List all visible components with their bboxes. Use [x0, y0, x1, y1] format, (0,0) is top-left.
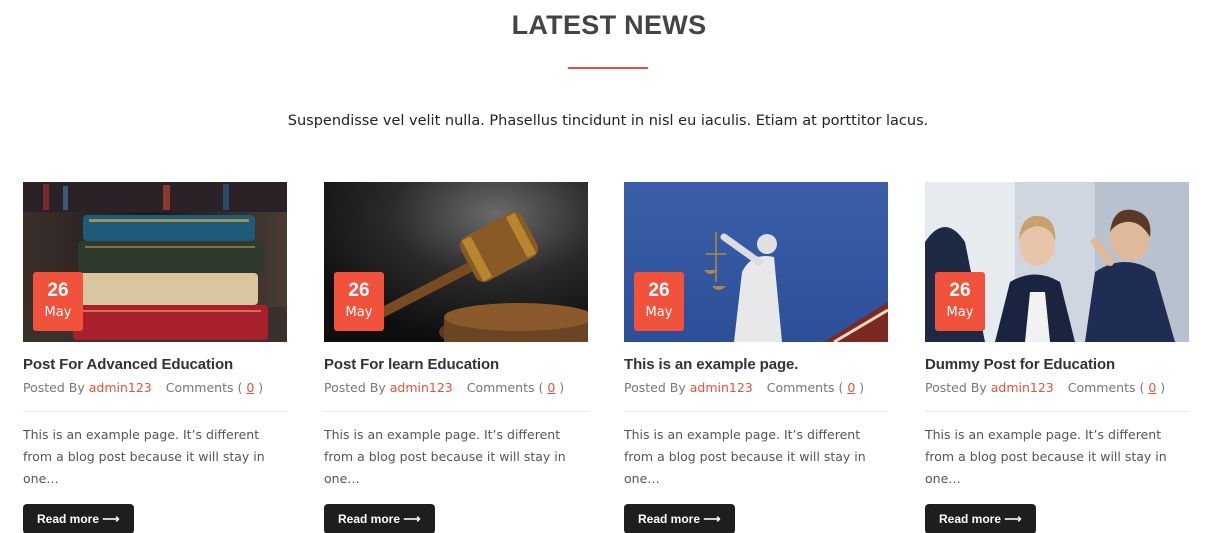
- date-month: May: [345, 305, 373, 320]
- comments-close: ): [1160, 380, 1166, 395]
- date-day: 26: [949, 280, 971, 301]
- date-badge: 26 May: [634, 272, 684, 331]
- date-badge: 26 May: [935, 272, 985, 331]
- card-divider: [23, 411, 287, 412]
- card-divider: [324, 411, 588, 412]
- books-image[interactable]: 26 May: [23, 182, 287, 342]
- comments-count-link[interactable]: 0: [246, 380, 254, 395]
- gavel-image[interactable]: 26 May: [324, 182, 588, 342]
- date-day: 26: [648, 280, 670, 301]
- comments-label: Comments (: [766, 380, 844, 395]
- comments-close: ): [859, 380, 865, 395]
- comments-label: Comments (: [165, 380, 243, 395]
- date-day: 26: [47, 280, 69, 301]
- post-excerpt: This is an example page. It’s different …: [324, 427, 566, 486]
- date-badge: 26 May: [334, 272, 384, 331]
- post-excerpt: This is an example page. It’s different …: [23, 427, 265, 486]
- comments-close: ): [258, 380, 264, 395]
- post-meta: Posted By admin123 Comments ( 0 ): [624, 380, 888, 395]
- section-title: LATEST NEWS: [511, 10, 707, 40]
- business-women-image[interactable]: 26 May: [925, 182, 1189, 342]
- read-more-button[interactable]: Read more ⟶: [624, 504, 735, 533]
- post-meta: Posted By admin123 Comments ( 0 ): [23, 380, 287, 395]
- posted-by-label: Posted By: [324, 380, 386, 395]
- read-more-button[interactable]: Read more ⟶: [23, 504, 134, 533]
- read-more-button[interactable]: Read more ⟶: [925, 504, 1036, 533]
- post-title-link[interactable]: Post For Advanced Education: [23, 356, 287, 373]
- post-meta: Posted By admin123 Comments ( 0 ): [925, 380, 1189, 395]
- card-divider: [925, 411, 1189, 412]
- comments-count-link[interactable]: 0: [547, 380, 555, 395]
- post-title-link[interactable]: This is an example page.: [624, 356, 888, 373]
- author-link[interactable]: admin123: [690, 380, 753, 395]
- post-excerpt: This is an example page. It’s different …: [624, 427, 866, 486]
- news-card: 26 May Post For Advanced Education Poste…: [23, 182, 287, 533]
- author-link[interactable]: admin123: [89, 380, 152, 395]
- comments-count-link[interactable]: 0: [1148, 380, 1156, 395]
- posted-by-label: Posted By: [925, 380, 987, 395]
- title-divider: [568, 67, 648, 69]
- comments-label: Comments (: [466, 380, 544, 395]
- post-meta: Posted By admin123 Comments ( 0 ): [324, 380, 588, 395]
- date-day: 26: [348, 280, 370, 301]
- date-month: May: [44, 305, 72, 320]
- comments-label: Comments (: [1067, 380, 1145, 395]
- posted-by-label: Posted By: [23, 380, 85, 395]
- date-month: May: [645, 305, 673, 320]
- news-card: 26 May Dummy Post for Education Posted B…: [925, 182, 1189, 533]
- comments-count-link[interactable]: 0: [847, 380, 855, 395]
- news-card: 26 May This is an example page. Posted B…: [624, 182, 888, 533]
- read-more-button[interactable]: Read more ⟶: [324, 504, 435, 533]
- post-excerpt: This is an example page. It’s different …: [925, 427, 1167, 486]
- news-card: 26 May Post For learn Education Posted B…: [324, 182, 588, 533]
- author-link[interactable]: admin123: [390, 380, 453, 395]
- comments-close: ): [559, 380, 565, 395]
- post-title-link[interactable]: Dummy Post for Education: [925, 356, 1189, 373]
- section-subtitle: Suspendisse vel velit nulla. Phasellus t…: [287, 113, 929, 129]
- justice-statue-image[interactable]: 26 May: [624, 182, 888, 342]
- post-title-link[interactable]: Post For learn Education: [324, 356, 588, 373]
- posted-by-label: Posted By: [624, 380, 686, 395]
- card-divider: [624, 411, 888, 412]
- author-link[interactable]: admin123: [991, 380, 1054, 395]
- date-badge: 26 May: [33, 272, 83, 331]
- date-month: May: [946, 305, 974, 320]
